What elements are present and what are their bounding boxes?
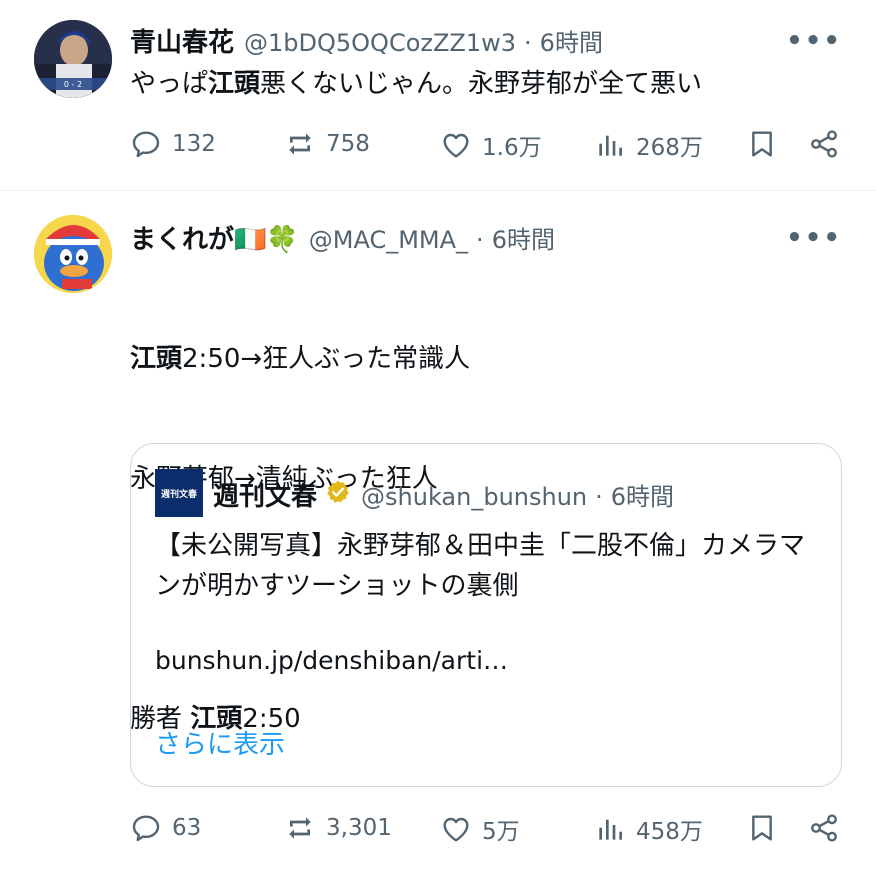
- reply-button[interactable]: 132: [130, 128, 216, 160]
- reply-count: 132: [172, 131, 216, 157]
- tweet-header-2: まくれが🇮🇪🍀 @MAC_MMA_ · 6時間: [130, 219, 555, 256]
- text-highlight: 江頭: [130, 344, 183, 374]
- quoted-ellipsis: …: [155, 692, 177, 717]
- show-more-link[interactable]: さらに表示: [155, 724, 285, 761]
- quoted-display-name[interactable]: 週刊文春: [213, 476, 317, 513]
- repost-count: 758: [326, 131, 370, 157]
- reply-icon: [132, 815, 160, 842]
- share-button[interactable]: [808, 812, 840, 844]
- views-button[interactable]: 268万: [594, 128, 703, 162]
- display-name[interactable]: 青山春花: [130, 22, 234, 59]
- avatar-mascot-icon: [34, 215, 112, 293]
- like-count: 5万: [482, 819, 520, 845]
- timestamp[interactable]: 6時間: [540, 23, 603, 58]
- quoted-avatar[interactable]: 週刊文春: [155, 469, 203, 517]
- analytics-icon: [599, 135, 622, 156]
- share-button[interactable]: [808, 128, 840, 160]
- tweet-header-1: 青山春花 @1bDQ5OQCozZZ1w3 · 6時間: [130, 22, 603, 59]
- more-options-icon[interactable]: •••: [786, 223, 842, 253]
- repost-button[interactable]: 3,301: [284, 812, 392, 844]
- quoted-text: 【未公開写真】永野芽郁＆田中圭「二股不倫」カメラマンが明かすツーショットの裏側: [155, 531, 806, 601]
- avatar-scoreboard: 0 - 2: [64, 80, 82, 89]
- separator-dot: ·: [476, 226, 484, 254]
- bookmark-icon: [752, 131, 772, 157]
- avatar-baseball-player-icon: 0 - 2: [34, 20, 112, 98]
- text-segment: やっぱ: [130, 69, 209, 99]
- bookmark-button[interactable]: [746, 128, 778, 160]
- quoted-header: 週刊文春 @shukan_bunshun · 6時間: [213, 476, 674, 513]
- repost-icon: [289, 133, 311, 155]
- verified-badge-icon: [327, 480, 349, 503]
- avatar-1[interactable]: 0 - 2: [34, 20, 112, 98]
- action-bar: 63 3,301 5万 458万: [130, 812, 842, 852]
- quoted-timestamp[interactable]: 6時間: [611, 477, 674, 512]
- like-button[interactable]: 1.6万: [440, 128, 542, 162]
- action-bar: 132 758 1.6万 268万: [130, 128, 842, 168]
- view-count: 268万: [636, 135, 703, 161]
- separator-dot: ·: [595, 483, 603, 511]
- quoted-handle[interactable]: @shukan_bunshun: [361, 483, 587, 511]
- display-name[interactable]: まくれが🇮🇪🍀: [130, 219, 299, 256]
- views-button[interactable]: 458万: [594, 812, 703, 846]
- user-handle[interactable]: @1bDQ5OQCozZZ1w3: [244, 29, 516, 57]
- quoted-link[interactable]: bunshun.jp/denshiban/arti…: [155, 646, 508, 675]
- share-icon: [811, 814, 837, 842]
- text-segment: 2:50→狂人ぶった常識人: [182, 344, 471, 374]
- heart-icon: [443, 817, 469, 842]
- avatar-2[interactable]: [34, 215, 112, 293]
- repost-button[interactable]: 758: [284, 128, 370, 160]
- bookmark-button[interactable]: [746, 812, 778, 844]
- timestamp[interactable]: 6時間: [492, 220, 555, 255]
- repost-count: 3,301: [326, 815, 392, 841]
- heart-icon: [443, 133, 469, 158]
- reply-icon: [132, 131, 160, 158]
- repost-icon: [289, 817, 311, 839]
- text-highlight: 江頭: [208, 69, 261, 99]
- text-line-1: 江頭2:50→狂人ぶった常識人: [130, 339, 470, 379]
- like-count: 1.6万: [482, 135, 542, 161]
- reply-button[interactable]: 63: [130, 812, 201, 844]
- like-button[interactable]: 5万: [440, 812, 520, 846]
- tweet-text: やっぱ江頭悪くないじゃん。永野芽郁が全て悪い: [130, 64, 702, 104]
- user-handle[interactable]: @MAC_MMA_: [309, 226, 468, 254]
- view-count: 458万: [636, 819, 703, 845]
- analytics-icon: [599, 819, 622, 840]
- tweet-1[interactable]: 0 - 2 青山春花 @1bDQ5OQCozZZ1w3 · 6時間 ••• やっ…: [0, 0, 876, 190]
- text-segment: 悪くないじゃん。永野芽郁が全て悪い: [260, 69, 703, 99]
- share-icon: [811, 130, 837, 158]
- more-options-icon[interactable]: •••: [786, 26, 842, 56]
- quoted-tweet-card[interactable]: 週刊文春 週刊文春 @shukan_bunshun · 6時間 【未公開写真】永…: [130, 443, 842, 787]
- reply-count: 63: [172, 815, 202, 841]
- bookmark-icon: [752, 815, 772, 841]
- separator-dot: ·: [524, 29, 532, 57]
